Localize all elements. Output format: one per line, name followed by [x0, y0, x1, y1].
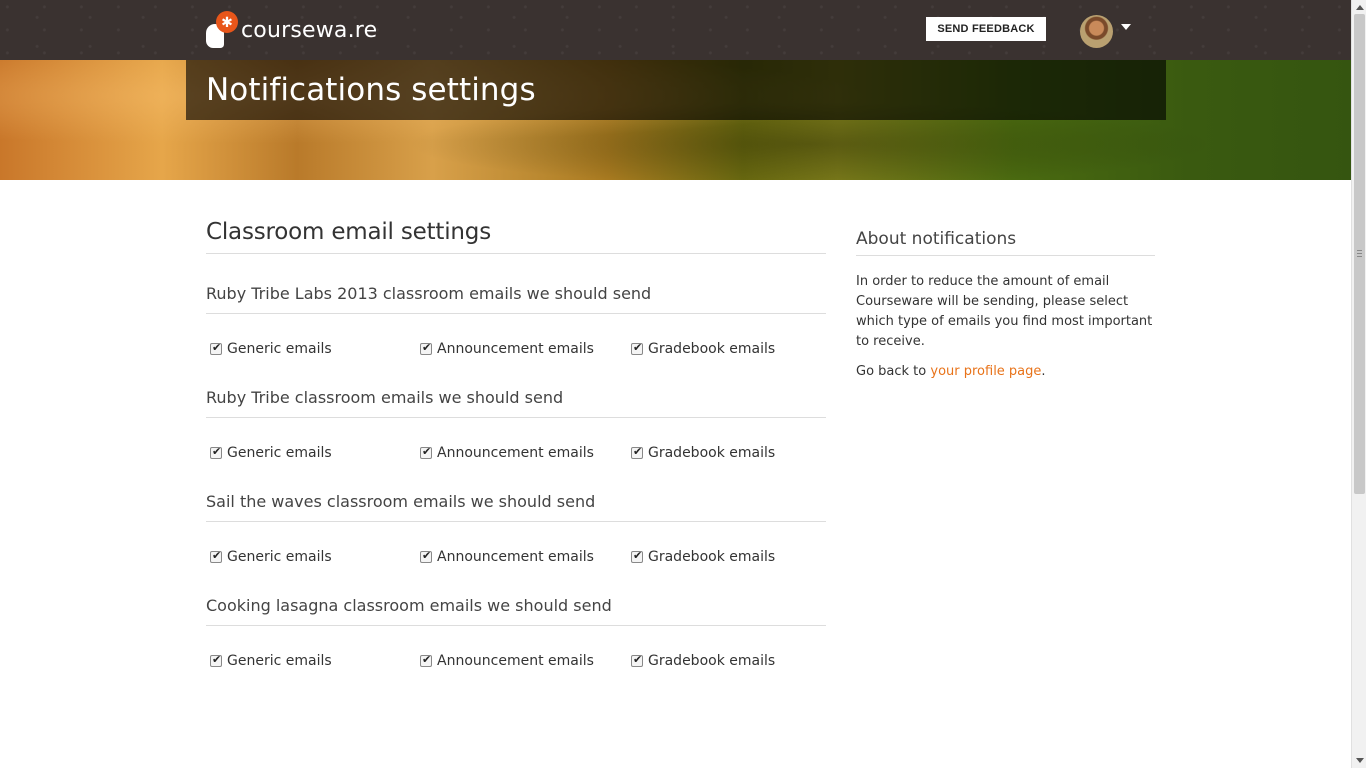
classroom-settings-block: Sail the waves classroom emails we shoul… — [206, 492, 826, 566]
scroll-up-arrow-icon[interactable] — [1356, 5, 1364, 10]
sidebar: About notifications In order to reduce t… — [856, 229, 1155, 382]
email-option[interactable]: Announcement emails — [416, 548, 627, 566]
page-title: Notifications settings — [206, 72, 536, 108]
checkbox[interactable] — [420, 549, 432, 563]
email-options-row: Generic emails Announcement emails Gradebo… — [206, 652, 826, 670]
checkbox-label: Gradebook emails — [648, 549, 776, 565]
courseware-logo[interactable]: ✱ coursewa.re — [205, 10, 377, 50]
checkbox-label: Announcement emails — [437, 341, 594, 357]
email-option[interactable]: Gradebook emails — [627, 548, 775, 566]
email-option[interactable]: Gradebook emails — [627, 652, 775, 670]
checkbox[interactable] — [631, 549, 643, 563]
chevron-down-icon[interactable] — [1121, 24, 1131, 30]
email-option[interactable]: Announcement emails — [416, 652, 627, 670]
classroom-title: Ruby Tribe classroom emails we should se… — [206, 388, 826, 418]
profile-page-link[interactable]: your profile page — [930, 364, 1041, 379]
email-options-row: Generic emails Announcement emails Gradebo… — [206, 340, 826, 358]
email-option[interactable]: Generic emails — [206, 548, 416, 566]
classroom-settings-block: Ruby Tribe classroom emails we should se… — [206, 388, 826, 462]
scroll-down-arrow-icon[interactable] — [1356, 758, 1364, 763]
email-option[interactable]: Generic emails — [206, 652, 416, 670]
send-feedback-button[interactable]: SEND FEEDBACK — [926, 17, 1046, 41]
checkbox[interactable] — [420, 653, 432, 667]
checkbox[interactable] — [631, 341, 643, 355]
email-option[interactable]: Gradebook emails — [627, 340, 775, 358]
classroom-title: Ruby Tribe Labs 2013 classroom emails we… — [206, 284, 826, 314]
vertical-scrollbar[interactable] — [1351, 0, 1366, 768]
scroll-thumb[interactable] — [1354, 14, 1365, 494]
checkbox-label: Generic emails — [227, 445, 332, 461]
checkbox[interactable] — [631, 653, 643, 667]
checkbox-label: Announcement emails — [437, 445, 594, 461]
checkbox-label: Gradebook emails — [648, 341, 776, 357]
main-content: Classroom email settings Ruby Tribe Labs… — [206, 180, 826, 670]
page-title-band: Notifications settings — [186, 60, 1166, 120]
email-option[interactable]: Generic emails — [206, 444, 416, 462]
email-options-row: Generic emails Announcement emails Gradebo… — [206, 548, 826, 566]
sidebar-title: About notifications — [856, 229, 1155, 256]
classroom-settings-block: Cooking lasagna classroom emails we shou… — [206, 596, 826, 670]
checkbox-label: Announcement emails — [437, 653, 594, 669]
back-prefix: Go back to — [856, 364, 931, 379]
checkbox[interactable] — [420, 341, 432, 355]
checkbox-label: Gradebook emails — [648, 445, 776, 461]
classroom-title: Sail the waves classroom emails we shoul… — [206, 492, 826, 522]
profile-back-line: Go back to your profile page. — [856, 362, 1155, 382]
logo-icon: ✱ — [205, 10, 239, 50]
checkbox-label: Gradebook emails — [648, 653, 776, 669]
section-title: Classroom email settings — [206, 219, 826, 254]
checkbox[interactable] — [210, 653, 222, 667]
checkbox[interactable] — [210, 341, 222, 355]
checkbox[interactable] — [210, 445, 222, 459]
checkbox[interactable] — [420, 445, 432, 459]
checkbox-label: Announcement emails — [437, 549, 594, 565]
email-option[interactable]: Gradebook emails — [627, 444, 775, 462]
checkbox-label: Generic emails — [227, 341, 332, 357]
classroom-settings-block: Ruby Tribe Labs 2013 classroom emails we… — [206, 284, 826, 358]
user-avatar[interactable] — [1080, 15, 1113, 48]
grip-icon — [1357, 250, 1362, 257]
checkbox-label: Generic emails — [227, 653, 332, 669]
checkbox-label: Generic emails — [227, 549, 332, 565]
classroom-title: Cooking lasagna classroom emails we shou… — [206, 596, 826, 626]
email-option[interactable]: Announcement emails — [416, 444, 627, 462]
sidebar-description: In order to reduce the amount of email C… — [856, 274, 1153, 349]
logo-text: coursewa.re — [241, 17, 378, 43]
back-suffix: . — [1041, 364, 1046, 379]
email-option[interactable]: Announcement emails — [416, 340, 627, 358]
checkbox[interactable] — [210, 549, 222, 563]
email-option[interactable]: Generic emails — [206, 340, 416, 358]
email-options-row: Generic emails Announcement emails Gradebo… — [206, 444, 826, 462]
top-navigation-bar: ✱ coursewa.re SEND FEEDBACK — [0, 0, 1351, 60]
checkbox[interactable] — [631, 445, 643, 459]
